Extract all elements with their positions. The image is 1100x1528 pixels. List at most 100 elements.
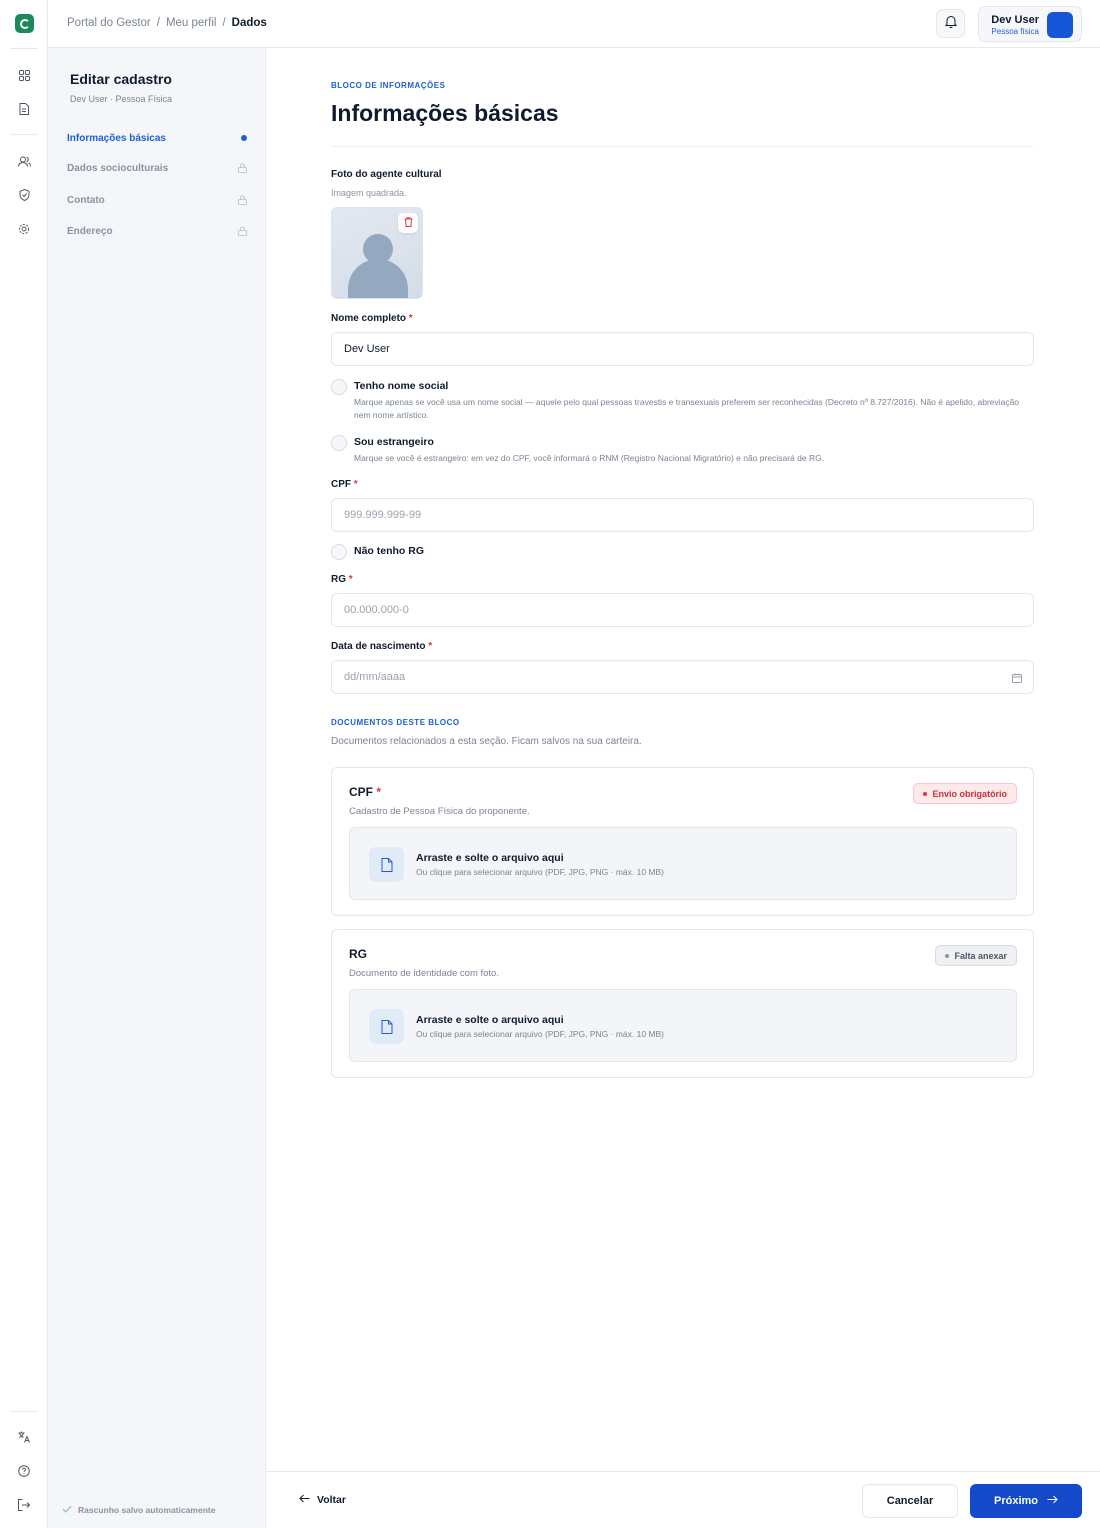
rail-divider [10, 1411, 38, 1412]
dropzone-hint: Ou clique para selecionar arquivo (PDF, … [416, 1029, 665, 1039]
rail-divider [10, 134, 38, 135]
avatar [1047, 12, 1073, 38]
full-name-label: Nome completo * [331, 313, 413, 324]
breadcrumb-separator: / [156, 17, 160, 29]
draft-status: Rascunho salvo automaticamente [62, 1505, 215, 1515]
draft-status-text: Rascunho salvo automaticamente [78, 1505, 216, 1515]
documents-subtitle: Documentos relacionados a esta seção. Fi… [331, 736, 642, 747]
foreigner-checkbox[interactable] [331, 435, 347, 451]
icon-rail [0, 0, 48, 1528]
document-card-rg: RG Documento de identidade com foto. Fal… [331, 929, 1034, 1078]
shield-icon[interactable] [16, 187, 32, 203]
dashboard-icon[interactable] [16, 67, 32, 83]
file-dropzone[interactable]: Arraste e solte o arquivo aqui Ou clique… [349, 827, 1017, 900]
back-button[interactable]: Voltar [299, 1494, 346, 1506]
birth-date-label: Data de nascimento * [331, 641, 433, 652]
sidebar-subtitle: Dev User · Pessoa Física [70, 94, 173, 104]
breadcrumb: Portal do Gestor / Meu perfil / Dados [67, 17, 267, 29]
trash-icon [404, 214, 413, 232]
agent-photo[interactable] [331, 207, 423, 299]
social-name-checkbox[interactable] [331, 379, 347, 395]
help-icon[interactable] [16, 1463, 32, 1479]
bell-icon [944, 15, 957, 33]
arrow-left-icon [299, 1494, 310, 1506]
sidebar-item-label: Dados socioculturais [67, 162, 169, 174]
check-icon [62, 1505, 72, 1515]
document-title: RG [349, 947, 367, 961]
form-footer: Voltar Cancelar Próximo [266, 1471, 1100, 1528]
social-name-description: Marque apenas se você usa um nome social… [354, 397, 1020, 420]
documents-eyebrow: DOCUMENTOS DESTE BLOCO [331, 718, 460, 727]
birth-date-input[interactable]: dd/mm/aaaa [331, 660, 1034, 694]
translate-icon[interactable] [16, 1429, 32, 1445]
app-logo-icon[interactable] [15, 14, 34, 33]
document-card-cpf: CPF * Cadastro de Pessoa Física do propo… [331, 767, 1034, 916]
sidebar-item-contato[interactable]: Contato [67, 190, 247, 210]
back-label: Voltar [317, 1494, 346, 1506]
file-icon [369, 1009, 404, 1044]
dropzone-hint: Ou clique para selecionar arquivo (PDF, … [416, 867, 665, 877]
photo-hint: Imagem quadrada. [331, 188, 407, 198]
lock-icon [237, 226, 247, 236]
active-indicator-dot [241, 135, 247, 141]
file-icon [369, 847, 404, 882]
foreigner-description: Marque se você é estrangeiro: em vez do … [354, 453, 825, 463]
status-badge: Envio obrigatório [913, 783, 1017, 804]
breadcrumb-profile[interactable]: Meu perfil [166, 17, 217, 29]
breadcrumb-separator: / [222, 17, 226, 29]
sidebar-item-label: Informações básicas [67, 132, 166, 144]
sidebar-item-label: Endereço [67, 225, 113, 237]
cpf-label: CPF * [331, 479, 358, 490]
breadcrumb-portal[interactable]: Portal do Gestor [67, 17, 151, 29]
users-icon[interactable] [16, 153, 32, 169]
top-bar: Portal do Gestor / Meu perfil / Dados De… [48, 0, 1100, 48]
no-rg-title: Não tenho RG [354, 545, 424, 557]
page-title: Informações básicas [331, 100, 559, 126]
document-icon[interactable] [16, 101, 32, 117]
sidebar-item-dados-socioculturais[interactable]: Dados socioculturais [67, 158, 247, 178]
status-badge: Falta anexar [935, 945, 1017, 966]
next-label: Próximo [993, 1495, 1038, 1507]
rg-input[interactable]: 00.000.000-0 [331, 593, 1034, 627]
gear-icon[interactable] [16, 221, 32, 237]
document-title: CPF * [349, 785, 382, 799]
photo-label: Foto do agente cultural [331, 169, 442, 180]
sidebar-title: Editar cadastro [70, 71, 172, 87]
sidebar-item-label: Contato [67, 194, 105, 206]
badge-dot [945, 953, 950, 958]
file-dropzone[interactable]: Arraste e solte o arquivo aqui Ou clique… [349, 989, 1017, 1062]
social-name-title: Tenho nome social [354, 380, 449, 392]
section-sidebar: Editar cadastro Dev User · Pessoa Física… [48, 48, 266, 1528]
breadcrumb-current: Dados [231, 17, 267, 29]
no-rg-checkbox[interactable] [331, 544, 347, 560]
remove-photo-button[interactable] [398, 213, 418, 233]
document-description: Documento de identidade com foto. [349, 968, 499, 979]
rail-divider [10, 48, 38, 49]
calendar-icon[interactable] [1011, 672, 1022, 683]
user-name: Dev User [991, 14, 1039, 26]
cpf-input[interactable]: 999.999.999-99 [331, 498, 1034, 532]
birth-date-placeholder: dd/mm/aaaa [344, 671, 406, 683]
badge-dot [923, 791, 928, 796]
foreigner-title: Sou estrangeiro [354, 436, 434, 448]
sidebar-item-endereco[interactable]: Endereço [67, 221, 247, 241]
badge-label: Falta anexar [954, 950, 1007, 961]
title-divider [331, 146, 1034, 147]
user-type: Pessoa física [991, 27, 1039, 36]
arrow-right-icon [1047, 1495, 1058, 1507]
next-button[interactable]: Próximo [970, 1484, 1082, 1518]
logout-icon[interactable] [16, 1497, 32, 1513]
rg-label: RG * [331, 574, 353, 585]
sidebar-item-informacoes-basicas[interactable]: Informações básicas [67, 128, 247, 148]
document-description: Cadastro de Pessoa Física do proponente. [349, 806, 530, 817]
section-eyebrow: BLOCO DE INFORMAÇÕES [331, 81, 446, 90]
dropzone-title: Arraste e solte o arquivo aqui [416, 1014, 564, 1026]
lock-icon [237, 163, 247, 173]
full-name-input[interactable]: Dev User [331, 332, 1034, 366]
dropzone-title: Arraste e solte o arquivo aqui [416, 852, 564, 864]
cancel-button[interactable]: Cancelar [862, 1484, 958, 1518]
user-menu[interactable]: Dev User Pessoa física [978, 6, 1082, 42]
notifications-button[interactable] [936, 9, 965, 38]
lock-icon [237, 195, 247, 205]
avatar-placeholder-body [348, 259, 408, 298]
